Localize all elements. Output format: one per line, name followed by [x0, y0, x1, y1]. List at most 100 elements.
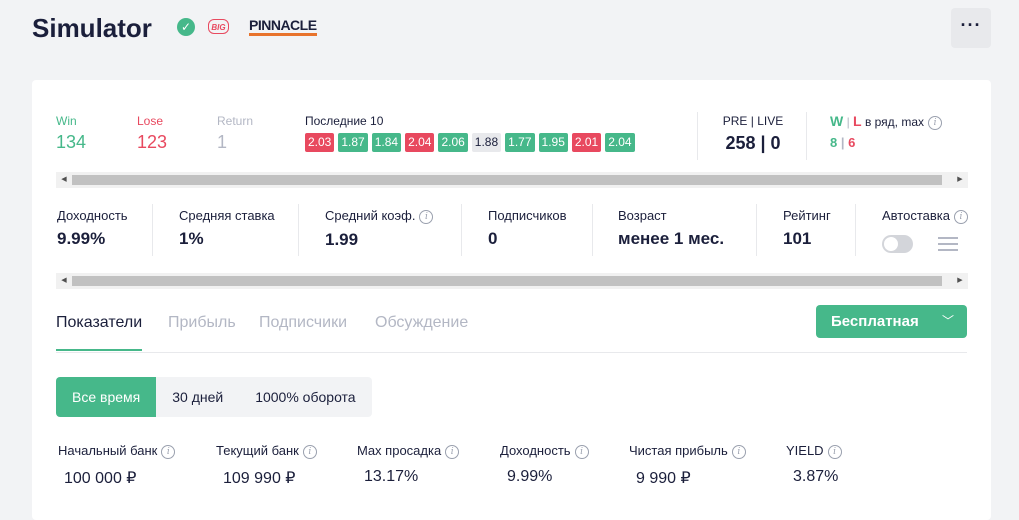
odds-badge: 1.95	[538, 133, 568, 152]
streak-w-letter: W	[830, 113, 844, 129]
metric-value: менее 1 мес.	[618, 229, 725, 248]
tab-indicators[interactable]: Показатели	[56, 314, 143, 351]
streak-w-value: 8	[830, 134, 838, 150]
return-label: Return	[217, 114, 254, 128]
tipster-card: Win 134 Lose 123 Return 1 Последние 10 2…	[32, 80, 991, 520]
divider	[152, 204, 153, 256]
period-1000-turnover[interactable]: 1000% оборота	[239, 377, 372, 417]
metric-autobet: Автоставка i	[882, 208, 968, 230]
metric-rating: Рейтинг 101	[783, 208, 831, 249]
metric-label: Средний коэф. i	[325, 208, 434, 224]
tab-subscribers[interactable]: Подписчики	[259, 314, 347, 349]
metric-yield: Доходность 9.99%	[57, 208, 128, 249]
odds-badge: 2.04	[605, 133, 635, 152]
bank-value: 9.99%	[507, 467, 553, 485]
tab-discussion[interactable]: Обсуждение	[375, 314, 468, 349]
metric-value: 1.99	[325, 229, 359, 249]
scroll-right-arrow-icon[interactable]: ▶	[952, 273, 968, 289]
more-options-button[interactable]: ···	[951, 8, 991, 48]
pre-live-stat: PRE | LIVE 258 | 0	[722, 114, 784, 154]
win-stat: Win 134	[56, 114, 86, 153]
scroll-left-arrow-icon[interactable]: ◀	[56, 172, 72, 188]
autobet-toggle[interactable]	[882, 235, 913, 253]
streak-label-text: в ряд, max	[864, 115, 925, 129]
period-all-time[interactable]: Все время	[56, 377, 157, 417]
tab-profit[interactable]: Прибыль	[168, 314, 236, 349]
scroll-right-arrow-icon[interactable]: ▶	[952, 172, 968, 188]
divider	[592, 204, 593, 256]
verified-icon: ✓	[177, 18, 195, 36]
info-icon[interactable]: i	[574, 444, 589, 459]
last-10-odds-list: 2.03 1.87 1.84 2.04 2.06 1.88 1.77 1.95 2.01 2.04	[305, 133, 635, 152]
streak-l-value: 6	[848, 134, 856, 150]
info-icon[interactable]: i	[302, 444, 317, 459]
page-title: Simulator	[32, 13, 152, 43]
lose-stat: Lose 123	[137, 114, 167, 153]
page-header: Simulator ✓ BIG PINNACLE ···	[32, 0, 992, 56]
info-icon[interactable]: i	[953, 209, 968, 224]
divider	[855, 204, 856, 256]
win-value: 134	[56, 132, 87, 152]
bank-label: YIELD i	[786, 443, 842, 459]
win-label: Win	[56, 114, 77, 128]
period-selector: Все время 30 дней 1000% оборота	[56, 377, 372, 417]
bank-net-profit: Чистая прибыль i 9 990 ₽	[629, 443, 746, 488]
scroll-left-arrow-icon[interactable]: ◀	[56, 273, 72, 289]
bank-label: Max просадка i	[357, 443, 460, 459]
info-icon[interactable]: i	[827, 444, 842, 459]
divider	[298, 204, 299, 256]
info-icon[interactable]: i	[419, 209, 434, 224]
streak-stat: W | L в ряд, max i 8 | 6	[830, 113, 943, 150]
toggle-knob	[884, 237, 898, 251]
scrollbar-thumb[interactable]	[72, 276, 942, 286]
bank-label: Начальный банк i	[58, 443, 176, 459]
last-10-results: Последние 10 2.03 1.87 1.84 2.04 2.06 1.88 1.7…	[305, 114, 635, 152]
bank-value: 100 000 ₽	[64, 469, 137, 487]
info-icon[interactable]: i	[445, 444, 460, 459]
info-icon[interactable]: i	[161, 444, 176, 459]
scrollbar-thumb[interactable]	[72, 175, 942, 185]
bank-max-drawdown: Max просадка i 13.17%	[357, 443, 460, 486]
bank-value: 3.87%	[793, 467, 839, 485]
bank-label: Доходность i	[500, 443, 589, 459]
bank-label: Чистая прибыль i	[629, 443, 746, 459]
metric-label: Средняя ставка	[179, 208, 275, 223]
list-icon[interactable]	[938, 236, 958, 252]
metric-label: Подписчиков	[488, 208, 567, 223]
horizontal-scrollbar[interactable]: ◀ ▶	[56, 172, 968, 188]
bank-label-text: YIELD	[786, 443, 824, 458]
divider	[461, 204, 462, 256]
metric-label-text: Автоставка	[882, 208, 950, 223]
pre-live-value: 258 | 0	[725, 133, 781, 153]
metric-label: Автоставка i	[882, 208, 968, 224]
info-icon[interactable]: i	[928, 115, 943, 130]
odds-badge: 2.04	[405, 133, 435, 152]
pre-live-label: PRE | LIVE	[722, 114, 784, 128]
plan-button-label: Бесплатная	[831, 313, 919, 330]
pre-count: 258	[725, 133, 756, 153]
return-stat: Return 1	[217, 114, 253, 153]
metric-value: 101	[783, 229, 812, 248]
streak-value: 8 | 6	[830, 134, 856, 150]
metric-subscribers: Подписчиков 0	[488, 208, 567, 249]
bank-yield: Доходность i 9.99%	[500, 443, 589, 486]
info-icon[interactable]: i	[731, 444, 746, 459]
odds-badge: 2.01	[571, 133, 602, 152]
period-30-days[interactable]: 30 дней	[156, 377, 240, 417]
streak-l-letter: L	[853, 113, 862, 129]
bank-label-text: Текущий банк	[216, 443, 299, 458]
live-count: 0	[770, 133, 781, 153]
plan-dropdown-button[interactable]: Бесплатная ﹀	[816, 305, 967, 338]
bank-label-text: Max просадка	[357, 443, 442, 458]
metric-avg-odds: Средний коэф. i 1.99	[325, 208, 434, 250]
divider	[756, 204, 757, 256]
odds-badge: 1.88	[471, 133, 502, 152]
big-logo: BIG	[208, 19, 229, 34]
metric-label-text: Средний коэф.	[325, 208, 416, 223]
last-10-label: Последние 10	[305, 114, 384, 128]
metric-label: Доходность	[57, 208, 128, 223]
horizontal-scrollbar[interactable]: ◀ ▶	[56, 273, 968, 289]
bank-label: Текущий банк i	[216, 443, 317, 459]
lose-value: 123	[137, 132, 168, 152]
bank-value: 109 990 ₽	[223, 469, 296, 487]
